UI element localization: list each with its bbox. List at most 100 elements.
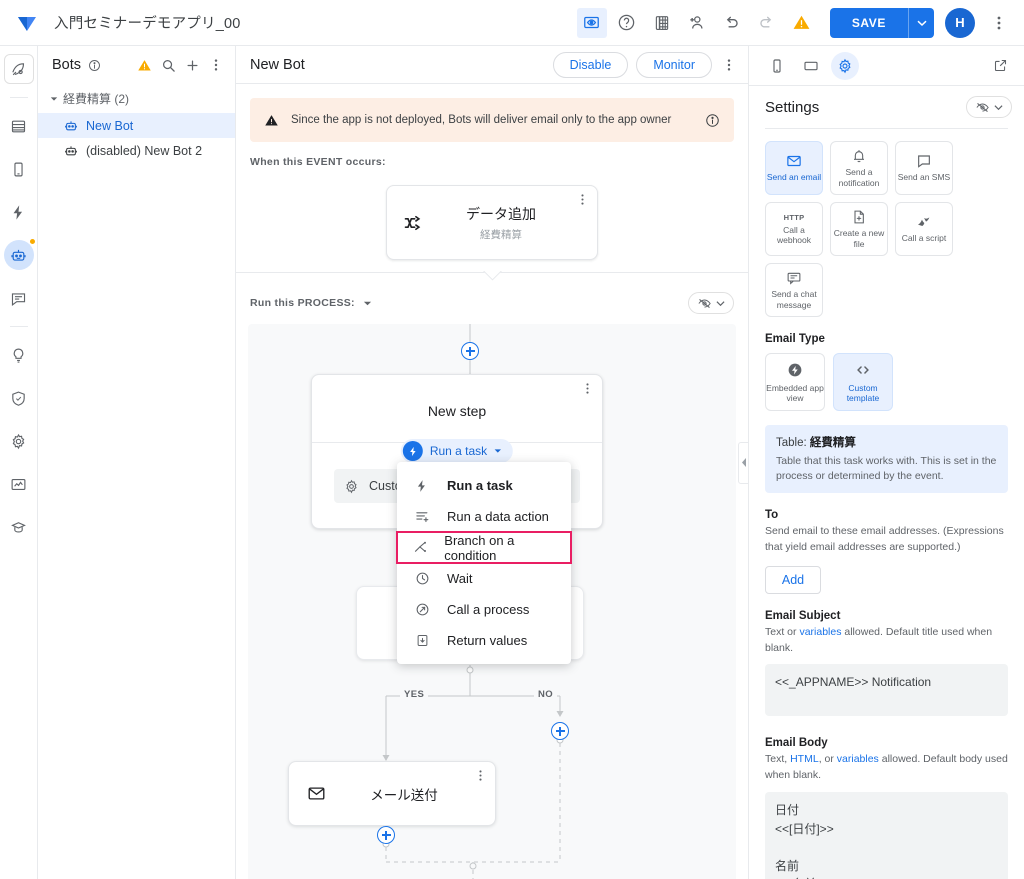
topbar-actions: SAVE H xyxy=(576,7,1014,38)
open-external-icon[interactable] xyxy=(986,52,1014,80)
tab-tablet[interactable] xyxy=(797,52,825,80)
process-bar: Run this PROCESS: xyxy=(236,284,748,314)
eye-off-icon xyxy=(698,298,711,308)
file-add-icon xyxy=(851,209,867,225)
add-step-button-yes-branch[interactable] xyxy=(377,826,395,844)
to-label: To xyxy=(765,509,779,522)
run-a-task-chip[interactable]: Run a task xyxy=(400,439,514,463)
rail-item-data[interactable] xyxy=(4,111,34,141)
add-user-icon[interactable] xyxy=(682,8,712,38)
help-icon[interactable] xyxy=(612,8,642,38)
email-body-input[interactable] xyxy=(765,791,1008,879)
sidebar-item-new-bot-2[interactable]: (disabled) New Bot 2 xyxy=(38,138,235,163)
save-dropdown-button[interactable] xyxy=(908,7,934,38)
table-note-name: 経費精算 xyxy=(809,437,856,449)
bolt-icon xyxy=(413,479,431,493)
add-recipient-button[interactable]: Add xyxy=(765,565,821,594)
tab-phone[interactable] xyxy=(763,52,791,80)
warning-icon[interactable] xyxy=(133,54,155,76)
notification-dot xyxy=(28,238,36,245)
bots-group-header[interactable]: 経費精算 (2) xyxy=(38,84,235,113)
rail-item-manage[interactable] xyxy=(4,512,34,542)
action-card-create-a-new-file[interactable]: Create a new file xyxy=(830,202,888,256)
menu-item-call-a-process[interactable]: Call a process xyxy=(397,594,571,625)
action-card-call-a-webhook[interactable]: HTTP Call a webhook xyxy=(765,202,823,256)
mail-step-card[interactable]: メール送付 xyxy=(288,761,496,826)
rail-item-settings[interactable] xyxy=(4,426,34,456)
action-card-send-a-notification[interactable]: Send a notification xyxy=(830,141,888,195)
rail-item-intelligence[interactable] xyxy=(4,283,34,313)
process-flow: New step Run a task Custom Run a task Ru… xyxy=(248,324,736,879)
menu-item-wait[interactable]: Wait xyxy=(397,563,571,594)
email-type-label: Email Type xyxy=(765,333,825,345)
process-icon xyxy=(413,602,431,617)
event-card[interactable]: データ追加 経費精算 xyxy=(386,185,598,260)
menu-item-return-values[interactable]: Return values xyxy=(397,625,571,656)
rail-item-app[interactable] xyxy=(3,54,34,84)
event-process-connector xyxy=(236,272,748,284)
monitor-button[interactable]: Monitor xyxy=(636,51,712,78)
email-subject-input[interactable] xyxy=(765,664,1008,717)
action-card-call-a-script[interactable]: Call a script xyxy=(895,202,953,256)
menu-item-branch-on-a-condition[interactable]: Branch on a condition xyxy=(396,531,572,564)
bots-group-label: 経費精算 (2) xyxy=(63,92,130,106)
notch xyxy=(481,271,503,282)
script-icon xyxy=(916,214,932,230)
action-card-send-a-chat-message[interactable]: Send a chat message xyxy=(765,263,823,317)
copy-app-icon[interactable] xyxy=(647,8,677,38)
settings-header: Settings xyxy=(749,86,1024,128)
envelope-icon xyxy=(786,153,802,169)
add-step-button-top[interactable] xyxy=(461,342,479,360)
avatar[interactable]: H xyxy=(945,7,975,38)
warning-icon[interactable] xyxy=(787,8,817,38)
preview-icon[interactable] xyxy=(576,7,607,38)
search-icon[interactable] xyxy=(157,54,179,76)
process-caret-icon[interactable] xyxy=(363,299,372,308)
table-note-prefix: Table: xyxy=(776,437,810,449)
chat-bubble-icon xyxy=(916,153,932,169)
mail-card-kebab-icon[interactable] xyxy=(474,769,487,782)
process-visibility-toggle[interactable] xyxy=(688,292,734,314)
bots-panel: Bots 経費精算 (2) New Bot (disabled) New Bot… xyxy=(38,46,236,879)
action-card-send-an-sms[interactable]: Send an SMS xyxy=(895,141,953,195)
info-icon[interactable] xyxy=(88,59,101,72)
disable-button[interactable]: Disable xyxy=(552,51,629,78)
menu-item-run-a-task[interactable]: Run a task xyxy=(397,470,571,501)
step-card-kebab-icon[interactable] xyxy=(581,382,594,395)
html-link[interactable]: HTML xyxy=(790,753,819,765)
rail-item-monitor[interactable] xyxy=(4,469,34,499)
undo-icon[interactable] xyxy=(717,8,747,38)
variables-link[interactable]: variables xyxy=(837,753,879,765)
event-card-kebab-icon[interactable] xyxy=(576,193,589,206)
rail-item-security[interactable] xyxy=(4,383,34,413)
rail-divider-2 xyxy=(9,326,28,327)
rail-item-automation[interactable] xyxy=(3,238,36,270)
variables-link[interactable]: variables xyxy=(799,626,841,638)
chevron-down-icon xyxy=(50,96,58,101)
sidebar-item-new-bot[interactable]: New Bot xyxy=(38,113,235,138)
action-card-send-an-email[interactable]: Send an email xyxy=(765,141,823,195)
gear-icon xyxy=(344,479,359,494)
add-step-button-no-branch[interactable] xyxy=(551,722,569,740)
canvas-kebab-icon[interactable] xyxy=(718,54,740,76)
warning-triangle-icon xyxy=(264,113,279,128)
add-icon[interactable] xyxy=(181,54,203,76)
redo-icon[interactable] xyxy=(752,8,782,38)
rail-item-behavior[interactable] xyxy=(4,197,34,227)
rail-item-ux[interactable] xyxy=(4,154,34,184)
topbar-overflow-icon[interactable] xyxy=(984,8,1014,38)
email-type-embedded-app-view[interactable]: Embedded app view xyxy=(765,353,825,411)
panel-collapse-handle[interactable] xyxy=(738,441,749,484)
rail-item-ideas[interactable] xyxy=(4,340,34,370)
save-button[interactable]: SAVE xyxy=(829,7,908,38)
menu-item-run-a-data-action[interactable]: Run a data action xyxy=(397,501,571,532)
email-type-custom-template[interactable]: Custom template xyxy=(833,353,893,411)
kebab-icon[interactable] xyxy=(205,54,227,76)
settings-visibility-toggle[interactable] xyxy=(966,96,1012,118)
action-label: Call a script xyxy=(901,233,947,244)
tab-settings[interactable] xyxy=(831,51,859,80)
info-icon[interactable] xyxy=(705,113,720,128)
appsheet-logo[interactable] xyxy=(14,10,40,36)
canvas-header: New Bot Disable Monitor xyxy=(236,46,748,84)
menu-item-label: Return values xyxy=(447,633,528,648)
